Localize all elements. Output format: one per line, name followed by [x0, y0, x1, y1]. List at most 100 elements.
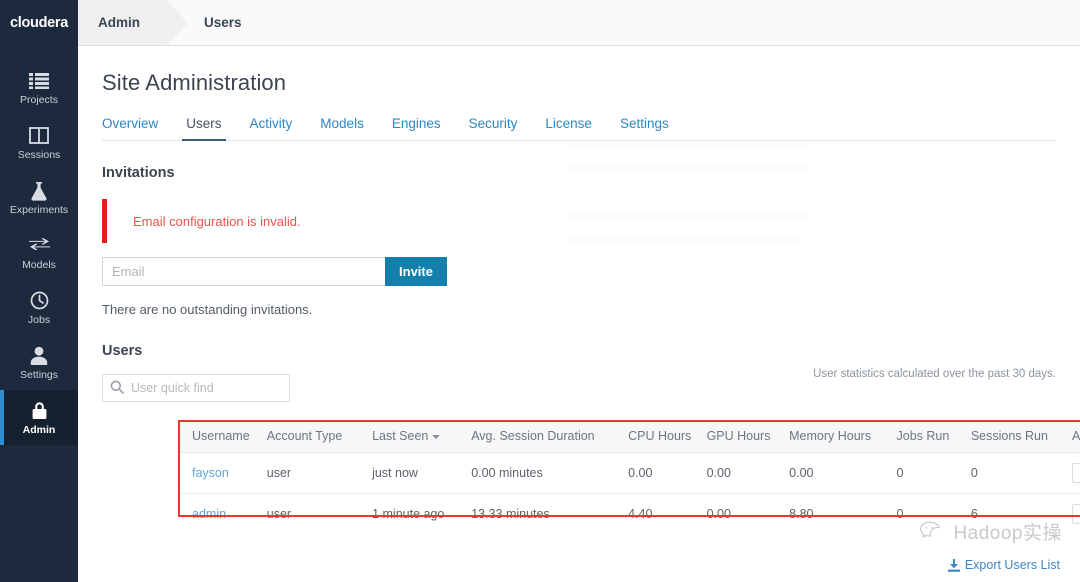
sort-desc-icon	[432, 434, 441, 439]
sidebar-item-label: Experiments	[9, 203, 69, 216]
tab-license[interactable]: License	[531, 112, 606, 140]
watermark: Hadoop实操	[919, 518, 1062, 545]
cell-memory-hours: 0.00	[789, 452, 897, 494]
user-link[interactable]: fayson	[192, 466, 229, 480]
sidebar-item-label: Projects	[20, 93, 58, 106]
tab-users[interactable]: Users	[172, 112, 235, 141]
column-label: GPU Hours	[706, 429, 771, 443]
clock-icon	[28, 290, 50, 312]
tab-engines[interactable]: Engines	[378, 112, 455, 140]
tab-label: Engines	[391, 116, 441, 131]
column-header-account-type[interactable]: Account Type	[266, 420, 373, 453]
users-heading: Users	[102, 343, 143, 359]
column-label: Username	[192, 429, 250, 443]
users-table-container: Username Account Type Last Seen Avg. Ses…	[178, 420, 1080, 534]
column-header-sessions-run[interactable]: Sessions Run	[970, 420, 1072, 453]
tab-label: Models	[320, 116, 364, 131]
cell-account-type: user	[266, 452, 373, 494]
exchange-icon	[28, 235, 50, 257]
column-label: Avg. Session Duration	[471, 429, 595, 443]
column-label: Last Seen	[372, 429, 429, 443]
column-header-gpu-hours[interactable]: GPU Hours	[706, 420, 790, 453]
sidebar-item-label: Jobs	[27, 313, 51, 326]
sidebar-item-admin[interactable]: Admin	[0, 390, 78, 445]
breadcrumb-item-admin[interactable]: Admin	[78, 0, 188, 46]
search-input[interactable]	[102, 374, 290, 402]
flask-icon	[28, 180, 50, 202]
tab-overview[interactable]: Overview	[102, 112, 172, 140]
list-icon	[28, 70, 50, 92]
tab-bar: Overview Users Activity Models Engines S…	[102, 112, 1056, 141]
cell-action: Edit	[1072, 493, 1080, 534]
tab-label: Activity	[249, 116, 293, 131]
column-label: Action	[1072, 429, 1080, 443]
column-header-action: Action	[1072, 420, 1080, 453]
tab-models[interactable]: Models	[306, 112, 378, 140]
sidebar-item-settings[interactable]: Settings	[0, 335, 78, 390]
alert-message: Email configuration is invalid.	[133, 213, 301, 229]
tab-label: License	[545, 116, 592, 131]
tab-label: Security	[468, 116, 518, 131]
column-header-cpu-hours[interactable]: CPU Hours	[628, 420, 707, 453]
cell-cpu-hours: 0.00	[628, 452, 707, 494]
wechat-icon	[919, 520, 947, 544]
column-label: Sessions Run	[970, 429, 1048, 443]
download-icon	[947, 558, 960, 572]
export-label: Export Users List	[964, 558, 1060, 572]
breadcrumb-item-users[interactable]: Users	[166, 0, 262, 45]
tab-activity[interactable]: Activity	[236, 112, 307, 140]
column-label: Memory Hours	[789, 429, 872, 443]
sidebar-item-label: Sessions	[17, 148, 61, 161]
cell-avg-session: 13.33 minutes	[471, 493, 629, 534]
sidebar-item-models[interactable]: Models	[0, 225, 78, 280]
column-header-last-seen[interactable]: Last Seen	[372, 420, 472, 453]
cell-account-type: user	[266, 493, 373, 534]
export-users-list-link[interactable]: Export Users List	[947, 558, 1060, 572]
sidebar-item-label: Settings	[20, 368, 58, 381]
edit-button[interactable]: Edit	[1072, 463, 1080, 483]
column-label: Jobs Run	[896, 429, 950, 443]
breadcrumb: Admin Users	[78, 0, 1080, 46]
cell-action: Edit	[1072, 452, 1080, 494]
lock-icon	[28, 400, 50, 422]
columns-icon	[28, 125, 50, 147]
email-input[interactable]	[102, 257, 385, 286]
breadcrumb-users-label: Users	[204, 15, 242, 30]
column-header-memory-hours[interactable]: Memory Hours	[789, 420, 897, 453]
column-header-username[interactable]: Username	[178, 420, 267, 453]
email-config-alert: Email configuration is invalid.	[102, 199, 1080, 243]
outstanding-invitations-text: There are no outstanding invitations.	[102, 302, 313, 317]
column-label: Account Type	[266, 429, 343, 443]
cell-jobs-run: 0	[896, 452, 971, 494]
sidebar-item-jobs[interactable]: Jobs	[0, 280, 78, 335]
sidebar-item-label: Models	[22, 258, 56, 271]
sidebar-item-sessions[interactable]: Sessions	[0, 115, 78, 170]
user-link[interactable]: admin	[192, 507, 226, 521]
invite-form: Invite	[102, 257, 447, 286]
cell-avg-session: 0.00 minutes	[471, 452, 629, 494]
cell-sessions-run: 0	[970, 452, 1072, 494]
cloudera-logo[interactable]: cloudera	[0, 0, 78, 46]
page-content: Site Administration Overview Users Activ…	[78, 46, 1080, 402]
cell-last-seen: just now	[372, 452, 472, 494]
cell-gpu-hours: 0.00	[706, 452, 790, 494]
tab-security[interactable]: Security	[455, 112, 532, 140]
cell-gpu-hours: 0.00	[706, 493, 790, 534]
cell-username: fayson	[178, 452, 267, 494]
breadcrumb-admin-label: Admin	[98, 15, 140, 30]
column-header-jobs-run[interactable]: Jobs Run	[896, 420, 971, 453]
users-table: Username Account Type Last Seen Avg. Ses…	[178, 420, 1080, 534]
main-area: Admin Users Site Administration Overview…	[78, 0, 1080, 582]
tab-label: Users	[186, 116, 222, 131]
sidebar-item-experiments[interactable]: Experiments	[0, 170, 78, 225]
watermark-text: Hadoop实操	[953, 523, 1062, 544]
edit-button[interactable]: Edit	[1072, 504, 1080, 524]
invite-button[interactable]: Invite	[385, 257, 447, 286]
tab-settings[interactable]: Settings	[606, 112, 683, 140]
sidebar-nav: Projects Sessions Experiments Models Job…	[0, 46, 78, 582]
cell-cpu-hours: 4.40	[628, 493, 707, 534]
column-header-avg-session[interactable]: Avg. Session Duration	[471, 420, 629, 453]
table-row: fayson user just now 0.00 minutes 0.00 0…	[178, 452, 1080, 494]
sidebar-item-projects[interactable]: Projects	[0, 60, 78, 115]
cell-memory-hours: 8.80	[789, 493, 897, 534]
